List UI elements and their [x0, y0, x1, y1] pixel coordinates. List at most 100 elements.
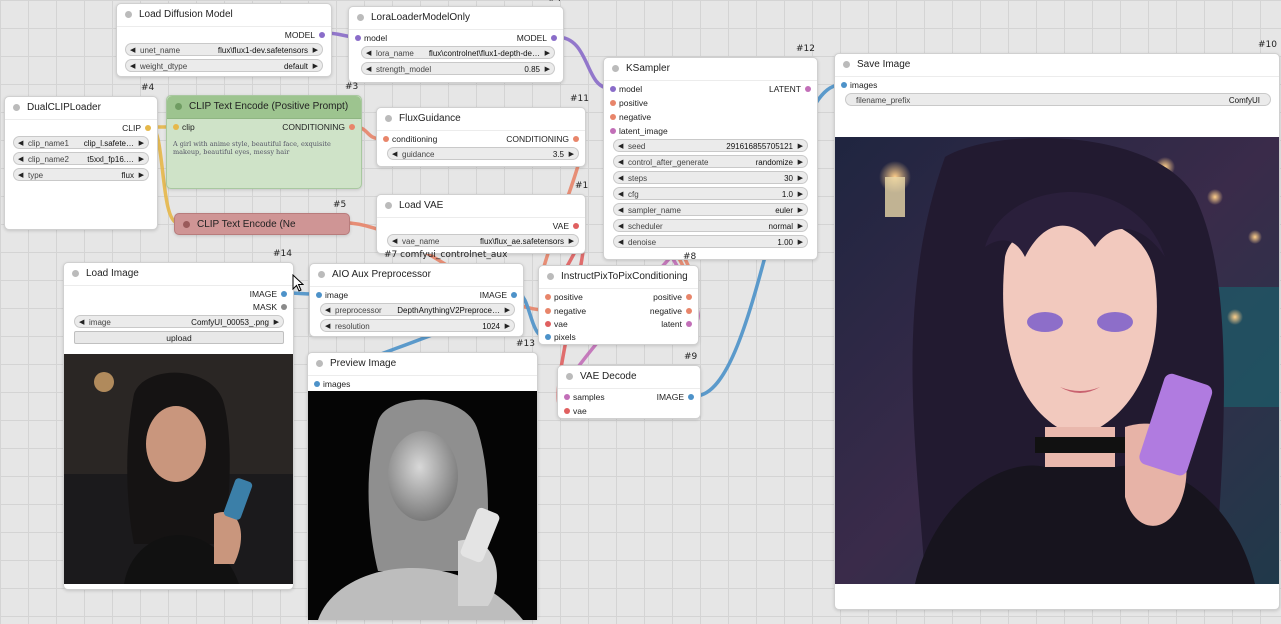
- widget-strength-model[interactable]: ◀ strength_model 0.85 ▶: [361, 62, 555, 75]
- widget-guidance[interactable]: ◀ guidance 3.5 ▶: [387, 147, 579, 160]
- latent-pin-icon[interactable]: [805, 86, 811, 92]
- collapse-dot-icon[interactable]: [125, 11, 132, 18]
- node-load-image[interactable]: Load Image IMAGE MASK ◀ image ComfyUI_0005…: [63, 262, 294, 590]
- widget-vae-name[interactable]: ◀ vae_name flux\flux_ae.safetensors ▶: [387, 234, 579, 247]
- arrow-left-icon[interactable]: ◀: [618, 204, 623, 215]
- input-images[interactable]: images: [314, 378, 350, 390]
- arrow-left-icon[interactable]: ◀: [325, 320, 330, 331]
- input-clip[interactable]: clip: [173, 121, 195, 133]
- conditioning-pin-icon[interactable]: [686, 308, 692, 314]
- output-image[interactable]: IMAGE: [480, 289, 517, 301]
- input-model[interactable]: model: [610, 83, 642, 95]
- image-pin-icon[interactable]: [841, 82, 847, 88]
- conditioning-pin-icon[interactable]: [383, 136, 389, 142]
- arrow-right-icon[interactable]: ▶: [569, 148, 574, 159]
- node-load-vae[interactable]: Load VAE VAE ◀ vae_name flux\flux_ae.safet…: [376, 194, 586, 254]
- model-pin-icon[interactable]: [551, 35, 557, 41]
- widget-type[interactable]: ◀ type flux ▶: [13, 168, 149, 181]
- vae-pin-icon[interactable]: [545, 321, 551, 327]
- node-title[interactable]: CLIP Text Encode (Positive Prompt): [167, 96, 361, 119]
- output-positive[interactable]: positive: [653, 291, 692, 303]
- arrow-left-icon[interactable]: ◀: [618, 220, 623, 231]
- arrow-right-icon[interactable]: ▶: [505, 320, 510, 331]
- arrow-right-icon[interactable]: ▶: [798, 172, 803, 183]
- conditioning-pin-icon[interactable]: [610, 114, 616, 120]
- node-flux-guidance[interactable]: FluxGuidance conditioning CONDITIONING ◀…: [376, 107, 586, 167]
- collapse-dot-icon[interactable]: [385, 202, 392, 209]
- output-image-preview[interactable]: [835, 137, 1279, 584]
- collapse-dot-icon[interactable]: [316, 360, 323, 367]
- image-pin-icon[interactable]: [314, 381, 320, 387]
- widget-denoise[interactable]: ◀ denoise 1.00 ▶: [613, 235, 808, 248]
- collapse-dot-icon[interactable]: [612, 65, 619, 72]
- output-latent[interactable]: latent: [661, 318, 692, 330]
- input-pixels[interactable]: pixels: [545, 331, 576, 343]
- arrow-left-icon[interactable]: ◀: [392, 148, 397, 159]
- collapse-dot-icon[interactable]: [843, 61, 850, 68]
- node-dual-clip-loader[interactable]: DualCLIPLoader CLIP ◀ clip_name1 clip_l.sa…: [4, 96, 158, 230]
- widget-steps[interactable]: ◀ steps 30 ▶: [613, 171, 808, 184]
- arrow-right-icon[interactable]: ▶: [798, 220, 803, 231]
- output-clip[interactable]: CLIP: [122, 122, 151, 134]
- input-model[interactable]: model: [355, 32, 387, 44]
- arrow-left-icon[interactable]: ◀: [618, 236, 623, 247]
- arrow-right-icon[interactable]: ▶: [139, 169, 144, 180]
- node-title[interactable]: Load Image: [64, 263, 293, 286]
- widget-filename-prefix[interactable]: filename_prefix ComfyUI: [845, 93, 1271, 106]
- input-vae[interactable]: vae: [564, 405, 587, 417]
- conditioning-pin-icon[interactable]: [686, 294, 692, 300]
- node-save-image[interactable]: Save Image images filename_prefix ComfyUI: [834, 53, 1280, 610]
- image-pin-icon[interactable]: [316, 292, 322, 298]
- node-aio-aux-preprocessor[interactable]: AIO Aux Preprocessor image IMAGE ◀ prepro…: [309, 263, 524, 337]
- input-image[interactable]: image: [316, 289, 348, 301]
- node-preview-image[interactable]: Preview Image images: [307, 352, 538, 620]
- widget-image-select[interactable]: ◀ image ComfyUI_00053_.png ▶: [74, 315, 284, 328]
- image-pin-icon[interactable]: [545, 334, 551, 340]
- arrow-left-icon[interactable]: ◀: [325, 304, 330, 315]
- arrow-right-icon[interactable]: ▶: [798, 236, 803, 247]
- arrow-left-icon[interactable]: ◀: [618, 156, 623, 167]
- widget-clip-name1[interactable]: ◀ clip_name1 clip_l.safete… ▶: [13, 136, 149, 149]
- collapse-dot-icon[interactable]: [385, 115, 392, 122]
- conditioning-pin-icon[interactable]: [545, 308, 551, 314]
- widget-preprocessor[interactable]: ◀ preprocessor DepthAnythingV2Preproce… ▶: [320, 303, 515, 316]
- latent-pin-icon[interactable]: [686, 321, 692, 327]
- widget-control-after-generate[interactable]: ◀ control_after_generate randomize ▶: [613, 155, 808, 168]
- output-model[interactable]: MODEL: [285, 29, 325, 41]
- vae-pin-icon[interactable]: [573, 223, 579, 229]
- arrow-right-icon[interactable]: ▶: [313, 44, 318, 55]
- conditioning-pin-icon[interactable]: [573, 136, 579, 142]
- output-mask[interactable]: MASK: [253, 301, 287, 313]
- node-title[interactable]: LoraLoaderModelOnly: [349, 7, 563, 30]
- clip-pin-icon[interactable]: [145, 125, 151, 131]
- arrow-right-icon[interactable]: ▶: [545, 47, 550, 58]
- arrow-left-icon[interactable]: ◀: [130, 60, 135, 71]
- output-image[interactable]: IMAGE: [250, 288, 287, 300]
- input-positive[interactable]: positive: [545, 291, 583, 303]
- collapse-dot-icon[interactable]: [547, 273, 554, 280]
- image-pin-icon[interactable]: [688, 394, 694, 400]
- input-images[interactable]: images: [841, 79, 877, 91]
- arrow-right-icon[interactable]: ▶: [798, 188, 803, 199]
- arrow-right-icon[interactable]: ▶: [569, 235, 574, 246]
- node-ksampler[interactable]: KSampler model LATENT positive negative …: [603, 57, 818, 260]
- mask-pin-icon[interactable]: [281, 304, 287, 310]
- input-samples[interactable]: samples: [564, 391, 605, 403]
- arrow-left-icon[interactable]: ◀: [618, 172, 623, 183]
- clip-pin-icon[interactable]: [173, 124, 179, 130]
- widget-scheduler[interactable]: ◀ scheduler normal ▶: [613, 219, 808, 232]
- arrow-left-icon[interactable]: ◀: [392, 235, 397, 246]
- input-negative[interactable]: negative: [545, 305, 586, 317]
- vae-pin-icon[interactable]: [564, 408, 570, 414]
- output-vae[interactable]: VAE: [553, 220, 579, 232]
- arrow-right-icon[interactable]: ▶: [798, 156, 803, 167]
- node-title[interactable]: KSampler: [604, 58, 817, 81]
- collapse-dot-icon[interactable]: [318, 271, 325, 278]
- model-pin-icon[interactable]: [610, 86, 616, 92]
- arrow-left-icon[interactable]: ◀: [366, 63, 371, 74]
- arrow-right-icon[interactable]: ▶: [545, 63, 550, 74]
- model-pin-icon[interactable]: [319, 32, 325, 38]
- arrow-right-icon[interactable]: ▶: [798, 204, 803, 215]
- conditioning-pin-icon[interactable]: [545, 294, 551, 300]
- conditioning-pin-icon[interactable]: [349, 124, 355, 130]
